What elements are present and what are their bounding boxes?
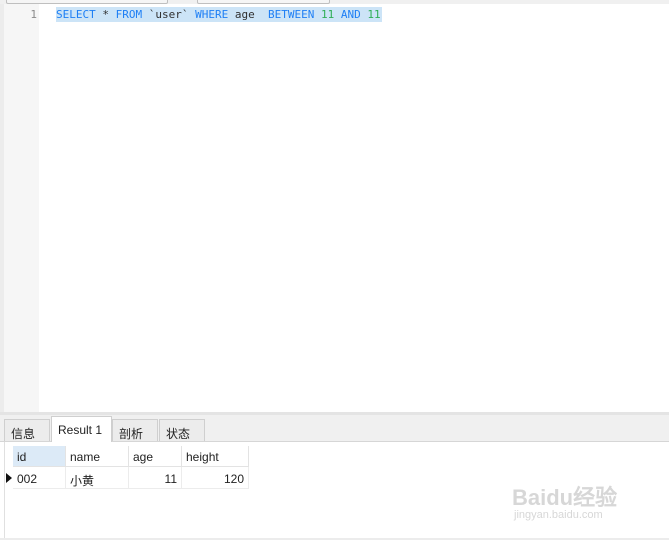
grid-left-border xyxy=(4,442,5,540)
line-number: 1 xyxy=(30,8,37,21)
watermark-url: jingyan.baidu.com xyxy=(514,509,603,521)
sql-keyword-where: WHERE xyxy=(195,8,229,21)
sql-keyword-and: AND xyxy=(340,8,361,21)
column-header-id[interactable]: id xyxy=(13,446,66,467)
sql-query-line[interactable]: SELECT * FROM `user` WHERE age BETWEEN 1… xyxy=(56,7,382,22)
sql-keyword-select: SELECT xyxy=(56,8,96,21)
sql-keyword-from: FROM xyxy=(115,8,143,21)
table-cell-height[interactable]: 120 xyxy=(182,467,249,489)
table-cell-name[interactable]: 小黄 xyxy=(66,467,129,489)
result-tabs-bar: 信息 Result 1 剖析 状态 xyxy=(0,415,669,442)
column-header-height[interactable]: height xyxy=(182,446,249,467)
tab-profile[interactable]: 剖析 xyxy=(112,419,158,441)
sql-star: * xyxy=(102,8,109,21)
sql-number-low: 11 xyxy=(320,8,335,21)
tab-result-1[interactable]: Result 1 xyxy=(51,416,112,442)
current-row-indicator-icon xyxy=(6,473,12,483)
table-cell-id[interactable]: 002 xyxy=(13,467,66,489)
sql-table-name: `user` xyxy=(148,8,189,21)
column-header-age[interactable]: age xyxy=(129,446,182,467)
sql-keyword-between: BETWEEN xyxy=(268,8,315,21)
watermark-logo: Baidu经验 xyxy=(512,485,618,510)
sql-editor[interactable] xyxy=(39,4,669,412)
sql-number-high: 11 xyxy=(367,8,381,21)
sql-column-name: age xyxy=(234,8,255,21)
line-number-gutter xyxy=(4,4,39,412)
column-header-name[interactable]: name xyxy=(66,446,129,467)
tab-info[interactable]: 信息 xyxy=(4,419,50,441)
tab-status[interactable]: 状态 xyxy=(159,419,205,441)
table-cell-age[interactable]: 11 xyxy=(129,467,182,489)
